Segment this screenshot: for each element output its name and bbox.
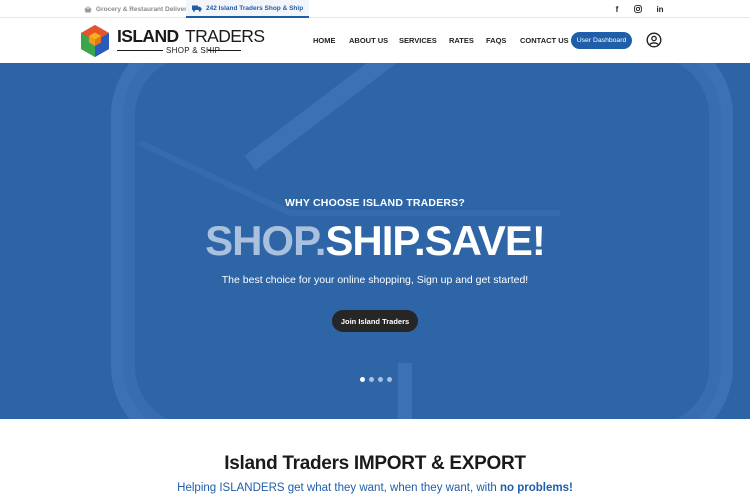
slide-dot-3[interactable] [378,377,383,382]
logo-brand-bold: ISLAND [117,26,179,46]
truck-icon [192,5,202,12]
nav-rates[interactable]: RATES [449,18,474,63]
section-subtitle: Helping ISLANDERS get what they want, wh… [0,482,750,494]
logo-cube-icon [81,25,109,57]
hero-banner: WHY CHOOSE ISLAND TRADERS? SHOP.SHIP.SAV… [0,63,750,419]
facebook-icon[interactable]: f [610,0,624,18]
hero-headline: SHOP.SHIP.SAVE! [0,217,750,265]
site-header: ISLAND TRADERS SHOP & SHIP HOME ABOUT US… [0,18,750,63]
linkedin-glyph: in [656,4,664,14]
tab-grocery-label: Grocery & Restaurant Delivery [96,5,191,13]
top-utility-bar: Grocery & Restaurant Delivery 242 Island… [0,0,750,18]
logo-brand-light: TRADERS [185,26,265,46]
nav-contact-us[interactable]: CONTACT US [520,18,569,63]
headline-ship: SHIP. [325,217,425,264]
basket-icon [84,5,92,13]
slider-pagination [360,377,392,382]
nav-faqs[interactable]: FAQS [486,18,506,63]
section-subtitle-emphasis: no problems! [499,482,573,494]
headline-shop: SHOP. [205,217,326,264]
tab-grocery-delivery[interactable]: Grocery & Restaurant Delivery [84,0,190,18]
tab-shop-ship-label: 242 Island Traders Shop & Ship [206,4,304,12]
nav-home[interactable]: HOME [313,18,336,63]
join-island-traders-button[interactable]: Join Island Traders [332,310,418,332]
logo-rule-right [208,50,241,51]
slide-dot-2[interactable] [369,377,374,382]
facebook-glyph: f [615,4,619,14]
user-dashboard-button[interactable]: User Dashboard [571,32,632,49]
site-logo[interactable]: ISLAND TRADERS SHOP & SHIP [80,24,265,58]
section-subtitle-lead: Helping ISLANDERS get what they want, wh… [177,482,497,494]
nav-about-us[interactable]: ABOUT US [349,18,388,63]
nav-services[interactable]: SERVICES [399,18,437,63]
section-title: Island Traders IMPORT & EXPORT [224,453,526,474]
linkedin-icon[interactable]: in [653,0,667,18]
hero-kicker: WHY CHOOSE ISLAND TRADERS? [284,197,465,209]
headline-save: SAVE! [424,217,546,264]
user-circle-icon[interactable] [646,32,662,53]
hero-subtitle: The best choice for your online shopping… [221,274,529,286]
logo-rule-left [117,50,163,51]
tab-shop-and-ship[interactable]: 242 Island Traders Shop & Ship [186,0,310,18]
slide-dot-4[interactable] [387,377,392,382]
instagram-icon[interactable] [631,0,645,18]
slide-dot-1[interactable] [360,377,365,382]
